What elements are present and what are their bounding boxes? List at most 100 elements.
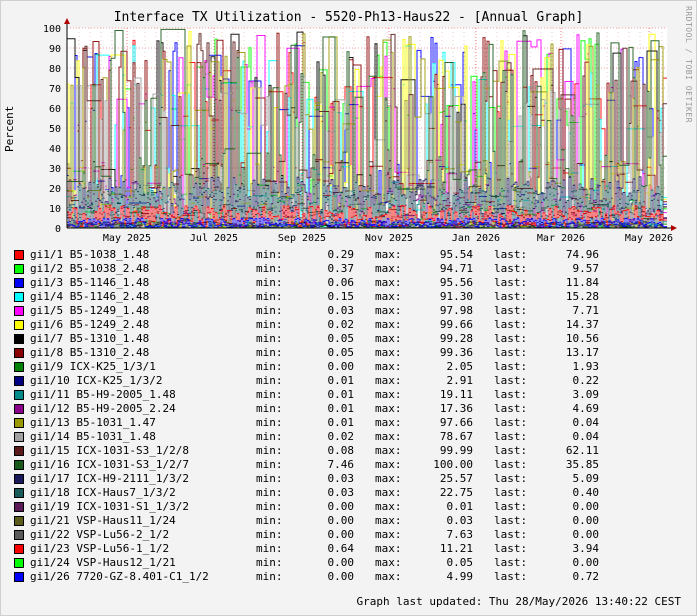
max-label: max: [375,556,402,569]
last-label: last: [494,528,528,541]
max-value: 19.11 [439,388,473,401]
y-tick-label: 70 [49,84,61,95]
legend-swatch [14,292,24,302]
max-label: max: [375,486,402,499]
legend-series-name: gi1/2 B5-1038_2.48 [30,262,150,275]
last-value: 0.00 [572,528,600,541]
legend-swatch [14,348,24,358]
last-value: 3.94 [572,542,600,555]
last-label: last: [494,276,528,289]
max-value: 78.67 [439,430,473,443]
max-label: max: [375,528,402,541]
legend-swatch [14,250,24,260]
legend-series-name: gi1/11 B5-H9-2005_1.48 [30,388,176,401]
last-label: last: [494,318,528,331]
legend-swatch [14,404,24,414]
x-tick-label: May 2025 [103,233,151,244]
x-tick-label: Sep 2025 [278,233,326,244]
last-value: 14.37 [565,318,599,331]
legend-series-name: gi1/7 B5-1310_1.48 [30,332,150,345]
max-value: 17.36 [439,402,473,415]
max-label: max: [375,430,402,443]
last-value: 35.85 [565,458,599,471]
max-value: 99.36 [439,346,473,359]
max-value: 95.56 [439,276,473,289]
min-label: min: [256,318,283,331]
min-value: 0.00 [327,514,355,527]
legend-swatch [14,334,24,344]
min-value: 0.01 [327,388,355,401]
min-value: 0.05 [327,332,355,345]
min-label: min: [256,332,283,345]
legend-series-name: gi1/18 ICX-Haus7_1/3/2 [30,486,176,499]
max-label: max: [375,374,402,387]
last-value: 74.96 [565,248,599,261]
min-value: 0.01 [327,402,355,415]
max-label: max: [375,444,402,457]
max-label: max: [375,332,402,345]
min-label: min: [256,402,283,415]
last-label: last: [494,542,528,555]
x-tick-label: Jan 2026 [452,233,500,244]
min-label: min: [256,248,283,261]
last-value: 0.00 [572,500,600,513]
y-tick-label: 10 [49,204,61,215]
legend-swatch [14,558,24,568]
max-label: max: [375,360,402,373]
min-value: 0.02 [327,318,355,331]
legend-series-name: gi1/12 B5-H9-2005_2.24 [30,402,176,415]
legend-series-name: gi1/13 B5-1031_1.47 [30,416,156,429]
legend-swatch [14,488,24,498]
max-value: 0.05 [446,556,474,569]
min-label: min: [256,486,283,499]
max-value: 99.66 [439,318,473,331]
plot-area: 0 10 20 30 40 50 60 70 80 90 100 May 2025 Jul 2025 Se… [43,18,677,244]
min-label: min: [256,444,283,457]
max-label: max: [375,514,402,527]
x-axis-arrow [671,225,677,231]
y-tick-label: 90 [49,44,61,55]
max-value: 11.21 [439,542,473,555]
legend-series-name: gi1/1 B5-1038_1.48 [30,248,150,261]
last-label: last: [494,486,528,499]
legend-series-name: gi1/9 ICX-K25_1/3/1 [30,360,156,373]
min-label: min: [256,570,283,583]
last-label: last: [494,458,528,471]
max-label: max: [375,262,402,275]
max-value: 99.99 [439,444,473,457]
legend-swatch [14,544,24,554]
max-value: 97.66 [439,416,473,429]
min-value: 0.01 [327,374,355,387]
min-label: min: [256,430,283,443]
legend-swatch [14,446,24,456]
legend-series-name: gi1/26 7720-GZ-8.401-C1_1/2 [30,570,209,583]
max-label: max: [375,276,402,289]
last-label: last: [494,290,528,303]
legend-series-name: gi1/6 B5-1249_2.48 [30,318,150,331]
last-label: last: [494,304,528,317]
max-label: max: [375,570,402,583]
last-value: 0.00 [572,514,600,527]
last-label: last: [494,444,528,457]
y-axis-arrow [64,18,70,24]
y-tick-label: 40 [49,144,61,155]
legend-swatch [14,264,24,274]
legend-series-name: gi1/3 B5-1146_1.48 [30,276,150,289]
max-label: max: [375,458,402,471]
x-tick-label: May 2026 [625,233,673,244]
last-value: 5.09 [572,472,600,485]
max-value: 0.03 [446,514,474,527]
last-label: last: [494,472,528,485]
min-value: 0.05 [327,346,355,359]
legend-swatch [14,306,24,316]
min-label: min: [256,346,283,359]
last-value: 3.09 [572,388,600,401]
last-value: 7.71 [572,304,600,317]
min-label: min: [256,374,283,387]
min-value: 0.08 [327,444,355,457]
legend-series-name: gi1/4 B5-1146_2.48 [30,290,150,303]
legend-series-name: gi1/10 ICX-K25_1/3/2 [30,374,163,387]
last-value: 10.56 [565,332,599,345]
last-label: last: [494,346,528,359]
last-label: last: [494,360,528,373]
